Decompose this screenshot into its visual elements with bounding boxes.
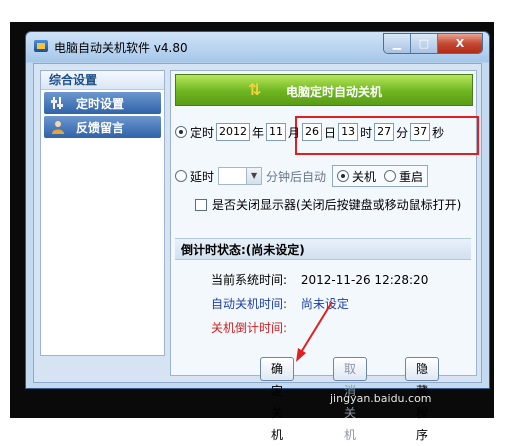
shutdown-radio[interactable] [337, 170, 350, 182]
sidebar-header: 综合设置 [41, 71, 164, 90]
confirm-shutdown-button[interactable]: 确定关机 [260, 357, 295, 442]
restart-label: 重启 [399, 169, 424, 184]
delay-minutes-combo[interactable]: ▼ [218, 167, 263, 185]
window-controls: ▁ □ X [383, 33, 483, 54]
delay-row: 延时 ▼ 分钟后自动 关机 重启 [175, 165, 429, 187]
countdown-status-title: 倒计时状态:(尚未设定) [175, 238, 471, 260]
sidebar: 综合设置 定时设置 反馈留言 [40, 70, 165, 356]
minimize-button[interactable]: ▁ [384, 34, 411, 53]
auto-shutdown-label: 自动关机时间: [211, 297, 288, 311]
window-title: 电脑自动关机软件 v4.80 [54, 41, 188, 55]
monitor-row: 是否关闭显示器(关闭后按键盘或移动鼠标打开) [195, 196, 461, 213]
sidebar-item-label: 定时设置 [76, 96, 125, 111]
delay-suffix: 分钟后自动 [266, 169, 327, 184]
tools-icon [50, 95, 66, 111]
hour-unit: 时 [360, 125, 373, 140]
restart-radio[interactable] [384, 170, 397, 182]
red-arrow-annotation [296, 301, 333, 362]
monitor-checkbox[interactable] [195, 198, 207, 211]
current-time-value: 2012-11-26 12:28:20 [300, 273, 429, 287]
year-field[interactable]: 2012 [216, 123, 251, 141]
banner: ⇅ 电脑定时自动关机 [175, 74, 473, 106]
maximize-button[interactable]: □ [411, 34, 438, 53]
countdown-label: 关机倒计时间: [211, 321, 288, 335]
current-time-label: 当前系统时间: [211, 273, 288, 287]
timed-row: 定时 2012 年 11 月 26 日 13 时 27 分 37 秒 [175, 123, 444, 141]
monitor-label: 是否关闭显示器(关闭后按键盘或移动鼠标打开) [212, 198, 462, 212]
close-button[interactable]: X [438, 34, 482, 53]
minute-unit: 分 [396, 125, 409, 140]
banner-title: 电脑定时自动关机 [286, 85, 383, 99]
year-unit: 年 [252, 125, 265, 140]
countdown-row: 关机倒计时间: [211, 319, 287, 336]
shutdown-label: 关机 [352, 169, 377, 184]
hide-program-button[interactable]: 隐藏程序 [405, 357, 440, 442]
person-icon [50, 119, 66, 135]
app-icon [34, 40, 48, 52]
action-group: 关机 重启 [332, 165, 429, 187]
day-unit: 日 [324, 125, 337, 140]
month-field[interactable]: 11 [266, 123, 287, 141]
timed-radio[interactable] [175, 126, 187, 138]
timed-label: 定时 [190, 125, 215, 140]
delay-label: 延时 [190, 169, 215, 184]
sidebar-item-label: 反馈留言 [76, 120, 125, 135]
chevron-down-icon[interactable]: ▼ [246, 168, 262, 184]
sidebar-item-feedback[interactable]: 反馈留言 [44, 116, 161, 138]
title-bar[interactable]: 电脑自动关机软件 v4.80 ▁ □ X [26, 32, 489, 60]
app-window: 电脑自动关机软件 v4.80 ▁ □ X 综合设置 定时设置 反馈留言 ⇅ 电脑… [25, 31, 490, 389]
day-field[interactable]: 26 [302, 123, 323, 141]
current-time-row: 当前系统时间: 2012-11-26 12:28:20 [211, 271, 428, 288]
delay-radio[interactable] [175, 170, 187, 182]
month-unit: 月 [288, 125, 301, 140]
watermark: jingyan.baidu.com [330, 392, 432, 405]
client-area: 综合设置 定时设置 反馈留言 ⇅ 电脑定时自动关机 定时 2012 年 11 月… [33, 63, 482, 383]
minute-field[interactable]: 27 [374, 123, 395, 141]
sidebar-item-timer-settings[interactable]: 定时设置 [44, 92, 161, 114]
second-field[interactable]: 37 [410, 123, 431, 141]
up-down-arrows-icon: ⇅ [248, 80, 262, 99]
hour-field[interactable]: 13 [338, 123, 359, 141]
second-unit: 秒 [432, 125, 445, 140]
